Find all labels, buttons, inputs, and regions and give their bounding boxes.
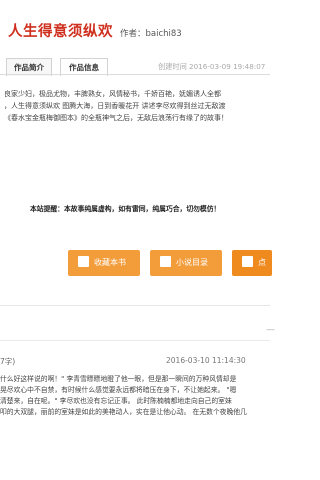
comment-line: 什么好这样说的啊！" 李青雪瞟瞟地瞪了他一眼，但是那一瞬间的万种风情却是 [0,375,237,383]
intro-line: 良家少妇，极品尤物，丰脾熟女，风情秘书，千娇百艳，妩媚诱人全都 [4,90,221,98]
intro-line: 《春水宝金瓶梅御图本》的全瓶神气之后，无敌后浪荡行有缘了的故事！ [4,114,228,122]
toc-button-label: 小说目录 [176,258,208,267]
toc-button[interactable]: 小说目录 [150,250,222,276]
tab-underline [0,74,270,75]
created-time: 创建时间 2016-03-09 19:48:07 [158,62,266,71]
read-button[interactable]: 点击 [232,250,272,293]
comment-line: 叩的大双腿，丽前的室妹是如此的美艳动人，实在是让他心动。 在无数个夜晚他几 [0,408,247,416]
divider [0,305,270,306]
divider [0,340,270,341]
read-icon [242,256,253,267]
intro-line: ，人生得意须纵欢 图腾大海，日到香暖花开 讲述李尽欢得到丝过无敌渡 [4,102,226,110]
comment-user: 7字) [0,357,16,366]
notice-text: 本站提醒：本故事纯属虚构，如有雷同，纯属巧合，切勿模仿！ [30,205,221,213]
favorite-button-label: 收藏本书 [94,258,126,267]
comment-time: 2016-03-10 11:14:30 [166,356,246,365]
book-title: 人生得意须纵欢 [8,24,113,40]
separator-dash: — [266,325,275,335]
comment-line: 清楚来，自在呢。" 李尽欢也没有忘记正事。 此时陈楠楠都地走向自己的室妹 [0,397,232,405]
comment-line: 晃尽欢心中不自禁，有时候什么感觉要永远都将暗压在身下，不让她起来。 "嗯 [0,386,237,394]
bookmark-icon [78,256,89,267]
author-line: 作者：baichi83 [120,29,182,39]
list-icon [160,256,171,267]
favorite-button[interactable]: 收藏本书 [68,250,140,276]
